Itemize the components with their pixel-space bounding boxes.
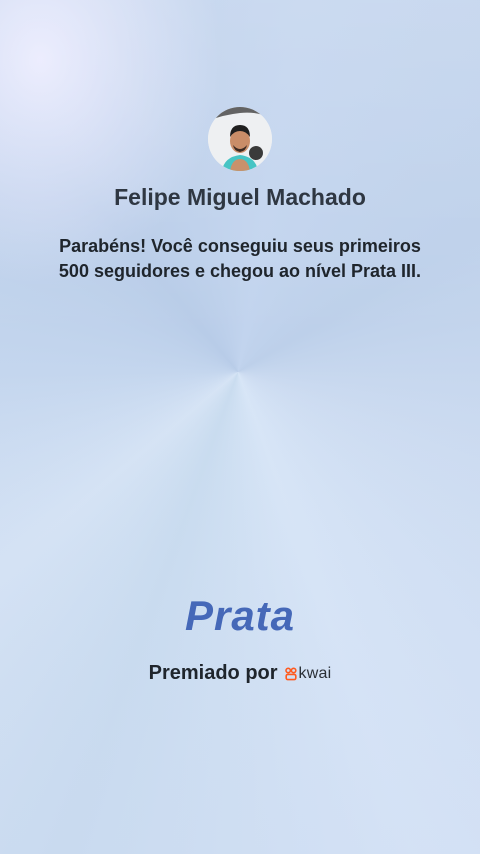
- congratulations-message: Parabéns! Você conseguiu seus primeiros …: [58, 236, 422, 281]
- kwai-logo: kwai: [284, 664, 332, 683]
- awarded-by-label: Premiado por: [148, 662, 278, 684]
- awarded-by-row: Premiado por kwai: [0, 662, 480, 685]
- user-photo-icon: [208, 107, 272, 171]
- kwai-logo-icon: [284, 666, 297, 680]
- user-name: Felipe Miguel Machado: [114, 184, 366, 210]
- avatar: [208, 107, 272, 171]
- kwai-brand-text: kwai: [298, 664, 332, 682]
- level-title: Prata: [184, 592, 296, 639]
